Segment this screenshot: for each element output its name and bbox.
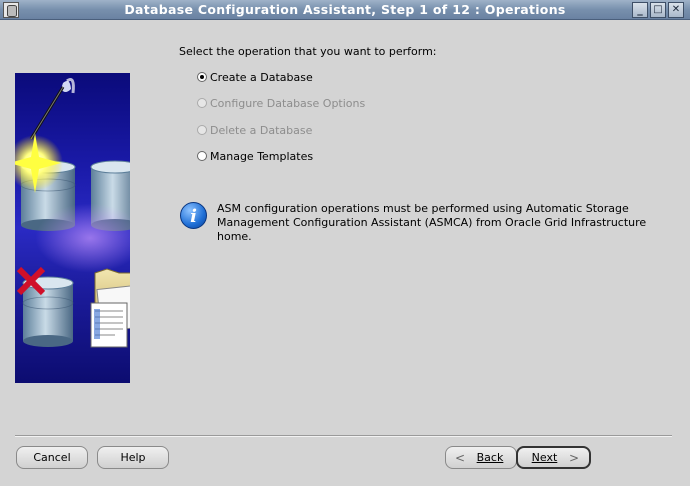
- title-bar[interactable]: Database Configuration Assistant, Step 1…: [0, 0, 690, 20]
- info-icon: i: [180, 202, 207, 229]
- glow: [35, 203, 130, 273]
- close-button[interactable]: ✕: [668, 2, 684, 18]
- delete-database-label: Delete a Database: [210, 123, 313, 137]
- operations-illustration: [15, 73, 130, 383]
- cancel-label: Cancel: [33, 451, 71, 464]
- magic-wand-icon: [29, 78, 75, 140]
- templates-folder-icon: [90, 268, 130, 348]
- footer-separator: [15, 435, 672, 437]
- maximize-button[interactable]: □: [650, 2, 666, 18]
- operation-prompt: Select the operation that you want to pe…: [179, 45, 437, 58]
- database-delete-icon: [22, 276, 74, 347]
- cancel-button[interactable]: Cancel: [16, 446, 88, 469]
- create-database-radio[interactable]: [197, 72, 207, 82]
- back-button[interactable]: < Back: [445, 446, 517, 469]
- configure-database-label: Configure Database Options: [210, 96, 366, 110]
- asm-info-message: ASM configuration operations must be per…: [217, 202, 647, 243]
- option-create-database[interactable]: Create a Database: [197, 69, 313, 85]
- option-manage-templates[interactable]: Manage Templates: [197, 148, 313, 164]
- option-delete-database: Delete a Database: [197, 122, 312, 138]
- next-button[interactable]: Next >: [516, 446, 591, 469]
- manage-templates-radio[interactable]: [197, 151, 207, 161]
- window-title: Database Configuration Assistant, Step 1…: [124, 2, 566, 17]
- minimize-button[interactable]: _: [632, 2, 648, 18]
- delete-database-radio: [197, 125, 207, 135]
- configure-database-radio: [197, 98, 207, 108]
- help-button[interactable]: Help: [97, 446, 169, 469]
- option-configure-database: Configure Database Options: [197, 95, 365, 111]
- next-arrow-icon: >: [568, 450, 579, 465]
- manage-templates-label[interactable]: Manage Templates: [210, 150, 313, 163]
- back-arrow-icon: <: [455, 450, 466, 465]
- help-label: Help: [120, 451, 146, 464]
- back-label: Back: [476, 451, 504, 464]
- create-database-label[interactable]: Create a Database: [210, 71, 313, 84]
